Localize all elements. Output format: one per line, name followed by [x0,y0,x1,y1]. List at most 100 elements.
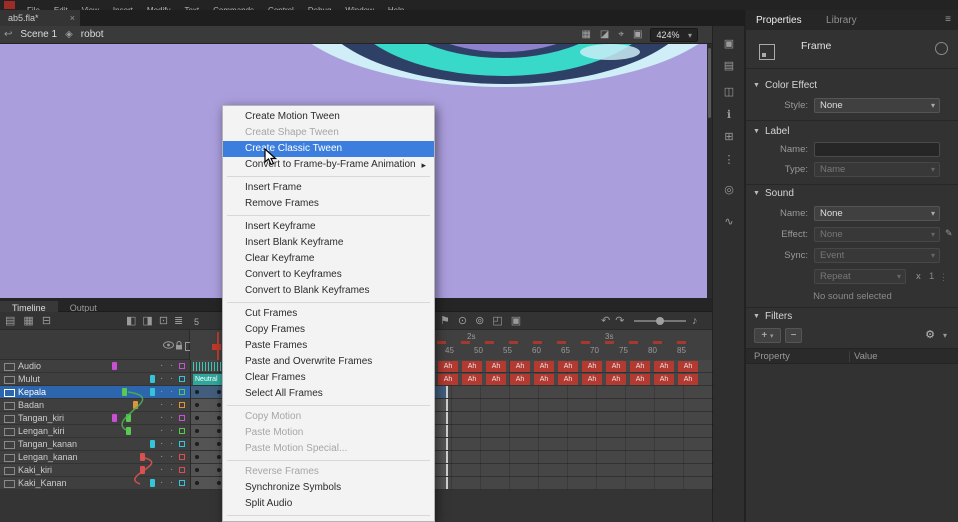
add-folder-icon[interactable]: ▦ [23,312,33,330]
back-icon[interactable]: ↩ [4,29,12,40]
tab-library[interactable]: Library [816,11,867,31]
outline-color-swatch[interactable] [179,480,185,486]
fill-guides-icon[interactable]: ◪ [600,29,609,40]
visibility-dot[interactable]: · [160,360,163,372]
visibility-dot[interactable]: · [160,412,163,424]
frames-panel-icon[interactable]: ▤ [721,58,737,74]
layer-audio[interactable]: Audio·· [0,360,190,373]
eye-icon[interactable] [163,341,174,349]
breadcrumb-symbol[interactable]: robot [81,29,104,40]
outline-color-swatch[interactable] [179,402,185,408]
context-item-insert-keyframe[interactable]: Insert Keyframe [223,219,434,235]
context-item-synchronize-symbols[interactable]: Synchronize Symbols [223,480,434,496]
sound-name-select[interactable]: None ▾ [814,206,940,221]
dots-panel-icon[interactable]: ⋮ [721,152,737,168]
align-panel-icon[interactable]: ⊞ [721,129,737,145]
clip-content-icon[interactable]: ▣ [633,29,642,40]
visibility-dot[interactable]: · [160,464,163,476]
parenting-view-icon[interactable]: ◧ [126,312,136,330]
context-item-clear-frames[interactable]: Clear Frames [223,370,434,386]
context-item-remove-frames[interactable]: Remove Frames [223,196,434,212]
frame-size-slider[interactable] [634,320,686,322]
stepper-icon[interactable]: ⋮ [939,269,948,285]
document-tab[interactable]: ab5.fla* × [0,10,80,26]
help-icon[interactable] [935,42,948,55]
context-item-clear-keyframe[interactable]: Clear Keyframe [223,251,434,267]
layer-lengan-kanan[interactable]: Lengan_kanan·· [0,451,190,464]
layer-tangan-kanan[interactable]: Tangan_kanan·· [0,438,190,451]
frame-view-icon[interactable]: ▣ [511,312,521,330]
onion-skin-icon[interactable]: ⊙ [458,312,467,330]
lock-dot[interactable]: · [170,425,173,437]
outline-color-swatch[interactable] [179,467,185,473]
label-name-input[interactable] [814,142,940,157]
visibility-dot[interactable]: · [160,425,163,437]
layer-kaki-kiri[interactable]: Kaki_kiri·· [0,464,190,477]
visibility-dot[interactable]: · [160,438,163,450]
edit-multiple-frames-icon[interactable]: ◰ [492,312,502,330]
outline-color-swatch[interactable] [179,389,185,395]
outline-color-swatch[interactable] [179,376,185,382]
section-sound[interactable]: ▼ Sound [746,188,958,202]
lock-dot[interactable]: · [170,399,173,411]
center-stage-icon[interactable]: ⌖ [618,29,624,40]
layer-lengan-kiri[interactable]: Lengan_kiri·· [0,425,190,438]
outline-color-swatch[interactable] [179,441,185,447]
context-item-paste-frames[interactable]: Paste Frames [223,338,434,354]
lock-dot[interactable]: · [170,373,173,385]
layer-mulut[interactable]: Mulut·· [0,373,190,386]
step-forward-icon[interactable]: ↷ [615,312,624,330]
context-item-convert-to-frame-by-frame-animation[interactable]: Convert to Frame-by-Frame Animation▸ [223,157,434,173]
visibility-dot[interactable]: · [160,451,163,463]
layers-panel-icon[interactable]: ◫ [721,84,737,100]
outline-color-swatch[interactable] [179,454,185,460]
section-filters[interactable]: ▼ Filters [746,311,958,325]
tab-properties[interactable]: Properties [746,11,812,31]
lock-dot[interactable]: · [170,451,173,463]
stage-camera-icon[interactable]: ▦ [581,29,590,40]
lock-dot[interactable]: · [170,386,173,398]
visibility-dot[interactable]: · [160,399,163,411]
layer-kaki-kanan[interactable]: Kaki_Kanan·· [0,477,190,490]
context-item-copy-frames[interactable]: Copy Frames [223,322,434,338]
layer-tangan-kiri[interactable]: Tangan_kiri·· [0,412,190,425]
layer-depth-icon[interactable]: ◨ [142,312,152,330]
edit-envelope-icon[interactable]: ✎ [945,228,953,239]
playhead-handle[interactable] [212,344,221,350]
close-icon[interactable]: × [70,10,75,26]
context-item-paste-and-overwrite-frames[interactable]: Paste and Overwrite Frames [223,354,434,370]
context-item-select-all-frames[interactable]: Select All Frames [223,386,434,402]
style-select[interactable]: None ▾ [814,98,940,113]
zoom-control[interactable]: 424% ▾ [650,28,698,42]
breadcrumb-scene[interactable]: Scene 1 [20,29,57,40]
insert-layer-icon[interactable]: ▤ [5,312,15,330]
layer-kepala[interactable]: Kepala·· [0,386,190,399]
info-panel-icon[interactable]: ℹ [721,107,737,123]
step-back-icon[interactable]: ↶ [601,312,610,330]
panel-menu-icon[interactable]: ≡ [945,10,951,30]
history-panel-icon[interactable]: ◎ [721,182,737,198]
visibility-dot[interactable]: · [160,477,163,489]
visibility-dot[interactable]: · [160,373,163,385]
graph-panel-icon[interactable]: ∿ [721,214,737,230]
context-item-create-motion-tween[interactable]: Create Motion Tween [223,109,434,125]
context-item-convert-to-keyframes[interactable]: Convert to Keyframes [223,267,434,283]
outline-color-swatch[interactable] [179,415,185,421]
lock-dot[interactable]: · [170,464,173,476]
context-item-split-audio[interactable]: Split Audio [223,496,434,512]
delete-layer-icon[interactable]: ⊟ [42,312,51,330]
lock-dot[interactable]: · [170,438,173,450]
layer-list-icon[interactable]: ≣ [174,312,183,330]
context-item-cut-frames[interactable]: Cut Frames [223,306,434,322]
context-item-create-classic-tween[interactable]: Create Classic Tween [223,141,434,157]
section-label[interactable]: ▼ Label [746,126,958,140]
lock-dot[interactable]: · [170,412,173,424]
outline-color-swatch[interactable] [179,428,185,434]
lock-icon[interactable] [175,341,183,350]
lock-dot[interactable]: · [170,360,173,372]
section-color-effect[interactable]: ▼ Color Effect [746,80,958,94]
highlight-layers-icon[interactable]: ⊡ [159,312,168,330]
layer-badan[interactable]: Badan·· [0,399,190,412]
camera-icon[interactable]: ▣ [721,36,737,52]
speaker-icon[interactable]: ♪ [692,312,698,330]
